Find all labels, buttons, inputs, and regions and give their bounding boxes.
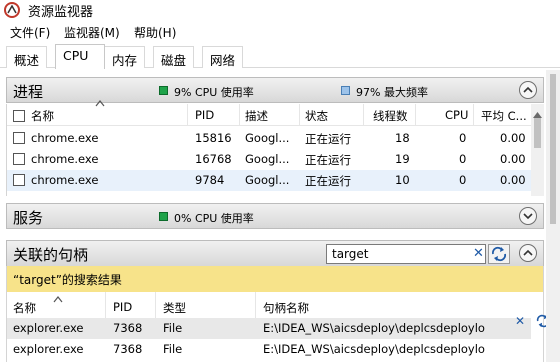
services-header[interactable]: 服务 0% CPU 使用率 (6, 203, 544, 229)
process-description: Googl... (245, 131, 290, 145)
processes-title: 进程 (13, 83, 44, 101)
process-threads: 10 (395, 173, 410, 187)
tab-overview[interactable]: 概述 (6, 46, 48, 68)
services-cpu-legend-icon (159, 212, 168, 221)
menu-bar: 文件(F) 监视器(M) 帮助(H) (0, 22, 560, 42)
process-description: Googl... (245, 173, 290, 187)
handle-type: File (163, 321, 183, 335)
expand-services-button[interactable] (519, 207, 537, 225)
process-checkbox[interactable] (13, 153, 25, 165)
process-description: Googl... (245, 152, 290, 166)
process-cpu: 0 (459, 131, 467, 145)
process-checkbox[interactable] (13, 132, 25, 144)
tab-disk[interactable]: 磁盘 (153, 46, 195, 68)
process-pid: 9784 (195, 173, 225, 187)
handle-type: File (163, 342, 183, 356)
title-bar: 资源监视器 (0, 0, 560, 20)
sort-ascending-icon (53, 292, 63, 306)
refresh-search-button[interactable] (488, 244, 510, 264)
process-row[interactable]: chrome.exe 15816 Googl... 正在运行 18 0 0.00 (7, 128, 531, 149)
tab-memory[interactable]: 内存 (104, 46, 146, 68)
search-results-text: “target”的搜索结果 (13, 273, 122, 287)
max-frequency-text: 97% 最大频率 (356, 86, 428, 99)
handles-col-name[interactable]: 名称 (13, 300, 36, 316)
window-title: 资源监视器 (28, 5, 94, 20)
handles-col-pid[interactable]: PID (113, 300, 132, 314)
processes-header[interactable]: 进程 9% CPU 使用率 97% 最大频率 (6, 77, 544, 103)
menu-monitor[interactable]: 监视器(M) (64, 24, 120, 41)
handles-table: explorer.exe 7368 File E:\IDEA_WS\aicsde… (6, 314, 550, 362)
cpu-usage-text: 9% CPU 使用率 (174, 86, 254, 99)
handle-name: E:\IDEA_WS\aicsdeploy\deplcsdeploylo (263, 342, 485, 356)
refresh-icon (491, 246, 507, 262)
process-avg-cpu: 0.00 (500, 131, 526, 145)
handle-search-value: target (332, 247, 369, 261)
handle-row[interactable]: explorer.exe 7368 File E:\IDEA_WS\aicsde… (7, 339, 531, 360)
select-all-checkbox[interactable] (13, 110, 25, 122)
collapse-handles-button[interactable] (519, 244, 537, 262)
col-status[interactable]: 状态 (305, 108, 328, 124)
process-status: 正在运行 (305, 132, 351, 146)
process-name: chrome.exe (31, 173, 99, 187)
process-cpu: 0 (459, 152, 467, 166)
process-name: chrome.exe (31, 131, 99, 145)
process-row-selected[interactable]: chrome.exe 9784 Googl... 正在运行 10 0 0.00 (7, 170, 531, 191)
process-row[interactable]: chrome.exe 16768 Googl... 正在运行 19 0 0.00 (7, 149, 531, 170)
sort-ascending-icon (95, 100, 105, 110)
col-avg-cpu[interactable]: 平均 C... (481, 108, 527, 124)
handle-search-input[interactable]: target ✕ (326, 244, 486, 264)
col-threads[interactable]: 线程数 (373, 108, 408, 124)
window-scrollbar-thumb[interactable] (550, 74, 556, 224)
tab-cpu[interactable]: CPU (55, 44, 105, 69)
process-avg-cpu: 0.00 (500, 173, 526, 187)
handle-pid: 7368 (113, 321, 143, 335)
clear-search-icon[interactable]: ✕ (473, 246, 484, 261)
handles-col-handle-name[interactable]: 句柄名称 (263, 300, 309, 316)
services-title: 服务 (13, 209, 44, 227)
process-cpu: 0 (459, 173, 467, 187)
processes-table: 名称 PID 描述 状态 线程数 CPU 平均 C... chrome.exe … (6, 100, 544, 196)
tab-network[interactable]: 网络 (202, 46, 244, 68)
handle-row[interactable]: explorer.exe 7368 File E:\IDEA_WS\aicsde… (7, 318, 531, 339)
clear-search-icon[interactable]: ✕ (515, 314, 525, 328)
process-status: 正在运行 (305, 153, 351, 167)
process-name: chrome.exe (31, 152, 99, 166)
handles-col-type[interactable]: 类型 (163, 300, 186, 316)
window-scrollbar[interactable] (546, 70, 560, 362)
process-threads: 19 (395, 152, 410, 166)
max-frequency-legend-icon (341, 86, 350, 95)
processes-table-header: 名称 PID 描述 状态 线程数 CPU 平均 C... (7, 100, 531, 126)
handle-process-name: explorer.exe (13, 342, 84, 356)
process-pid: 16768 (195, 152, 232, 166)
resource-monitor-icon (4, 2, 20, 18)
process-avg-cpu: 0.00 (500, 152, 526, 166)
col-description[interactable]: 描述 (245, 108, 268, 124)
cpu-usage-legend-icon (159, 86, 168, 95)
handle-name: E:\IDEA_WS\aicsdeploy\deplcsdeploylo (263, 321, 485, 335)
menu-file[interactable]: 文件(F) (10, 24, 50, 41)
search-results-banner: “target”的搜索结果 (6, 266, 544, 292)
process-checkbox[interactable] (13, 174, 25, 186)
col-cpu[interactable]: CPU (445, 108, 468, 122)
col-name[interactable]: 名称 (31, 108, 54, 124)
handles-title: 关联的句柄 (13, 246, 89, 264)
processes-scrollbar[interactable] (531, 104, 544, 196)
services-cpu-usage-text: 0% CPU 使用率 (174, 212, 254, 225)
process-pid: 15816 (195, 131, 232, 145)
processes-scrollbar-thumb[interactable] (534, 118, 541, 148)
scroll-up-icon[interactable] (533, 107, 542, 121)
col-pid[interactable]: PID (195, 108, 214, 122)
handle-pid: 7368 (113, 342, 143, 356)
menu-help[interactable]: 帮助(H) (134, 24, 176, 41)
process-threads: 18 (395, 131, 410, 145)
process-status: 正在运行 (305, 174, 351, 188)
handle-process-name: explorer.exe (13, 321, 84, 335)
collapse-processes-button[interactable] (519, 81, 537, 99)
handles-table-header: 名称 PID 类型 句柄名称 (6, 292, 544, 318)
tab-bar: 概述 CPU 内存 磁盘 网络 (0, 44, 560, 69)
